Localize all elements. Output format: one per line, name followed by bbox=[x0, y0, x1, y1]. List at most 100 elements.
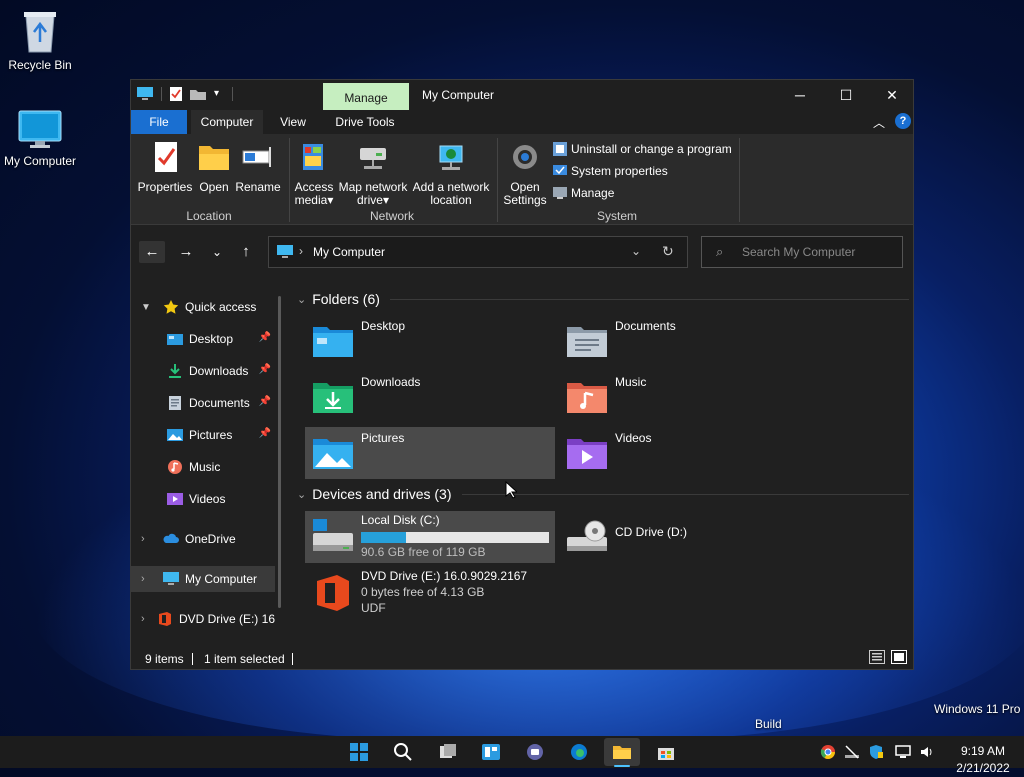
properties-icon[interactable] bbox=[170, 87, 182, 101]
details-view-icon[interactable] bbox=[869, 650, 885, 667]
group-separator bbox=[497, 138, 498, 222]
sidebar-item-documents[interactable]: Documents 📌 bbox=[131, 390, 283, 416]
sidebar-item-pictures[interactable]: Pictures 📌 bbox=[131, 422, 283, 448]
folder-documents[interactable]: Documents bbox=[559, 315, 809, 367]
sidebar-item-videos[interactable]: Videos bbox=[131, 486, 283, 512]
add-network-location-button[interactable]: Add a network location bbox=[411, 140, 491, 207]
forward-button[interactable]: → bbox=[174, 241, 198, 263]
navigation-bar: ← → ⌄ ↑ › My Computer ⌄ ↻ ⌕ Search My Co… bbox=[131, 225, 913, 279]
back-button[interactable]: ← bbox=[139, 241, 165, 263]
sidebar-item-quick-access[interactable]: ▼ Quick access bbox=[131, 294, 283, 320]
chevron-right-icon[interactable]: › bbox=[131, 613, 157, 625]
pin-icon[interactable]: 📌 bbox=[259, 332, 271, 343]
chat-icon[interactable] bbox=[525, 742, 545, 762]
refresh-icon[interactable]: ↻ bbox=[662, 243, 674, 260]
drive-dvd-e[interactable]: DVD Drive (E:) 16.0.9029.2167 0 bytes fr… bbox=[305, 567, 555, 627]
section-folders[interactable]: ⌄ Folders (6) bbox=[297, 291, 909, 307]
start-icon[interactable] bbox=[349, 742, 369, 762]
pin-icon[interactable]: 📌 bbox=[259, 364, 271, 375]
desktop-icon-my-computer[interactable]: My Computer bbox=[0, 110, 80, 168]
folder-name: Downloads bbox=[361, 375, 421, 389]
monitor-network-icon[interactable] bbox=[895, 744, 911, 760]
close-button[interactable]: ✕ bbox=[869, 80, 915, 110]
open-label: Open bbox=[199, 180, 229, 194]
file-explorer-icon[interactable] bbox=[612, 742, 632, 762]
explorer-window: ▾ Manage My Computer ─ ☐ ✕ File Computer… bbox=[130, 79, 914, 670]
taskbar: 9:19 AM 2/21/2022 bbox=[0, 736, 1024, 775]
address-dropdown-icon[interactable]: ⌄ bbox=[631, 244, 641, 258]
drive-local-disk-c[interactable]: Local Disk (C:) 90.6 GB free of 119 GB bbox=[305, 511, 555, 563]
open-settings-button[interactable]: Open Settings bbox=[501, 140, 549, 207]
section-devices-drives[interactable]: ⌄ Devices and drives (3) bbox=[297, 486, 909, 502]
search-input[interactable]: Search My Computer bbox=[742, 245, 855, 259]
sidebar-item-downloads[interactable]: Downloads 📌 bbox=[131, 358, 283, 384]
open-settings-label-2: Settings bbox=[503, 193, 547, 207]
open-button[interactable]: Open bbox=[195, 140, 233, 194]
sidebar-item-my-computer[interactable]: › My Computer bbox=[131, 566, 275, 592]
uninstall-label: Uninstall or change a program bbox=[571, 142, 732, 156]
folder-downloads[interactable]: Downloads bbox=[305, 371, 555, 423]
search-box[interactable]: ⌕ Search My Computer bbox=[701, 236, 903, 268]
edge-icon[interactable] bbox=[569, 742, 589, 762]
access-media-button[interactable]: Access media▾ bbox=[293, 140, 335, 207]
sidebar-item-music[interactable]: Music bbox=[131, 454, 283, 480]
chevron-down-icon[interactable]: ▼ bbox=[131, 302, 163, 313]
pin-icon[interactable]: 📌 bbox=[259, 396, 271, 407]
folder-music[interactable]: Music bbox=[559, 371, 809, 423]
folder-videos[interactable]: Videos bbox=[559, 427, 809, 479]
folder-desktop[interactable]: Desktop bbox=[305, 315, 555, 367]
system-properties-button[interactable]: System properties bbox=[553, 162, 668, 180]
map-network-drive-button[interactable]: Map network drive▾ bbox=[337, 140, 409, 207]
tab-manage[interactable]: Manage bbox=[323, 83, 409, 110]
chevron-right-icon[interactable]: › bbox=[131, 533, 163, 545]
rename-button[interactable]: Rename bbox=[235, 140, 281, 194]
cd-drive-icon bbox=[567, 520, 607, 551]
chevron-down-icon: ▾ bbox=[327, 193, 334, 207]
tab-view[interactable]: View bbox=[271, 110, 315, 134]
sidebar-item-dvd-drive[interactable]: › DVD Drive (E:) 16 bbox=[131, 606, 275, 632]
collapse-ribbon-icon[interactable]: ︿ bbox=[873, 114, 885, 131]
breadcrumb[interactable]: My Computer bbox=[313, 245, 385, 259]
minimize-button[interactable]: ─ bbox=[777, 80, 823, 110]
search-icon[interactable] bbox=[393, 742, 413, 762]
folder-name: Documents bbox=[615, 319, 676, 333]
security-shield-icon[interactable] bbox=[868, 744, 884, 760]
drive-cd-d[interactable]: CD Drive (D:) bbox=[559, 511, 809, 563]
tab-file[interactable]: File bbox=[131, 110, 187, 134]
desktop-icon-recycle-bin[interactable]: Recycle Bin bbox=[0, 8, 80, 72]
maximize-button[interactable]: ☐ bbox=[823, 80, 869, 110]
drive-free-space: 0 bytes free of 4.13 GB bbox=[361, 585, 485, 599]
volume-icon[interactable] bbox=[919, 744, 935, 760]
folder-pictures[interactable]: Pictures bbox=[305, 427, 555, 479]
folder-name: Desktop bbox=[361, 319, 406, 333]
chevron-down-icon[interactable]: ⌄ bbox=[297, 488, 306, 501]
sidebar-item-desktop[interactable]: Desktop 📌 bbox=[131, 326, 283, 352]
customize-qat-icon[interactable]: ▾ bbox=[214, 86, 224, 102]
sidebar-item-onedrive[interactable]: › OneDrive bbox=[131, 526, 283, 552]
chrome-icon[interactable] bbox=[820, 744, 836, 760]
content-pane: ⌄ Folders (6) Desktop Documents Download… bbox=[291, 285, 911, 645]
store-icon[interactable] bbox=[656, 742, 676, 762]
help-icon[interactable]: ? bbox=[895, 113, 911, 129]
tab-drive-tools[interactable]: Drive Tools bbox=[327, 110, 403, 134]
widgets-icon[interactable] bbox=[481, 742, 501, 762]
task-view-icon[interactable] bbox=[438, 742, 458, 762]
taskbar-clock[interactable]: 9:19 AM 2/21/2022 bbox=[946, 743, 1020, 777]
tab-computer[interactable]: Computer bbox=[191, 110, 263, 134]
recent-locations-button[interactable]: ⌄ bbox=[205, 241, 229, 263]
uninstall-program-button[interactable]: Uninstall or change a program bbox=[553, 140, 732, 158]
sidebar-scrollbar[interactable] bbox=[278, 296, 281, 608]
properties-button[interactable]: Properties bbox=[137, 140, 193, 194]
address-bar[interactable]: › My Computer ⌄ ↻ bbox=[268, 236, 688, 268]
pin-icon[interactable]: 📌 bbox=[259, 428, 271, 439]
manage-button[interactable]: Manage bbox=[553, 184, 614, 202]
chevron-down-icon[interactable]: ⌄ bbox=[297, 293, 306, 306]
documents-folder-icon bbox=[567, 327, 607, 357]
large-icons-view-icon[interactable] bbox=[891, 650, 907, 667]
up-button[interactable]: ↑ bbox=[234, 241, 258, 263]
new-folder-icon[interactable] bbox=[190, 88, 206, 100]
quick-access-toolbar: ▾ bbox=[137, 86, 233, 102]
network-off-icon[interactable] bbox=[844, 744, 860, 760]
chevron-right-icon[interactable]: › bbox=[131, 573, 163, 585]
sidebar-item-label: Pictures bbox=[189, 428, 233, 442]
